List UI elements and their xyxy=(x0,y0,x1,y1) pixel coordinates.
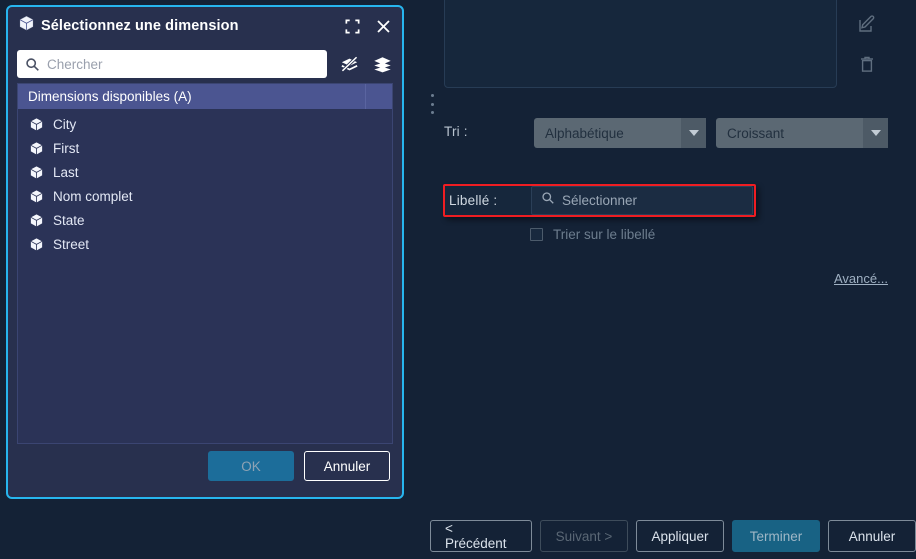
dialog-search-bar xyxy=(8,45,402,83)
sort-label: Tri : xyxy=(444,124,468,139)
label-field-label: Libellé : xyxy=(449,193,498,208)
dialog-cancel-button[interactable]: Annuler xyxy=(304,451,390,481)
list-item[interactable]: Street xyxy=(18,232,392,256)
ok-button: OK xyxy=(208,451,294,481)
search-icon xyxy=(541,191,555,210)
sort-direction-value: Croissant xyxy=(727,125,785,141)
wizard-button-bar: < Précédent Suivant > Appliquer Terminer… xyxy=(430,520,916,552)
drag-dot xyxy=(430,94,434,97)
next-button: Suivant > xyxy=(540,520,628,552)
label-select-placeholder: Sélectionner xyxy=(562,193,638,208)
column-divider xyxy=(365,84,366,109)
chevron-down-icon[interactable] xyxy=(863,118,888,148)
cancel-button[interactable]: Annuler xyxy=(828,520,916,552)
dimensions-list-body: City First Last Nom complet State Street xyxy=(18,109,392,256)
side-action-icons xyxy=(850,14,884,74)
apply-button[interactable]: Appliquer xyxy=(636,520,724,552)
list-item-label: Nom complet xyxy=(53,188,133,204)
list-item-label: First xyxy=(53,140,80,156)
search-icon xyxy=(25,57,40,72)
cube-icon xyxy=(29,213,44,228)
cube-icon xyxy=(29,237,44,252)
list-item[interactable]: First xyxy=(18,136,392,160)
screen-root: Tri : Alphabétique Croissant Libellé : S… xyxy=(0,0,916,559)
delete-icon[interactable] xyxy=(857,54,877,74)
sort-criteria-value: Alphabétique xyxy=(545,125,624,141)
finish-button[interactable]: Terminer xyxy=(732,520,820,552)
hide-layers-icon[interactable] xyxy=(339,54,360,75)
layers-icon[interactable] xyxy=(372,54,393,75)
cube-icon xyxy=(29,189,44,204)
close-icon[interactable] xyxy=(375,18,392,35)
sort-direction-dropdown[interactable]: Croissant xyxy=(716,118,888,148)
dimensions-list-header-label: Dimensions disponibles (A) xyxy=(28,89,192,104)
search-input-wrapper[interactable] xyxy=(17,50,327,78)
cube-icon xyxy=(29,117,44,132)
sort-on-label-text: Trier sur le libellé xyxy=(553,227,656,242)
maximize-icon[interactable] xyxy=(344,18,361,35)
cube-icon xyxy=(29,165,44,180)
sort-row: Tri : Alphabétique Croissant xyxy=(444,118,894,148)
drag-dot xyxy=(430,102,434,106)
list-item[interactable]: State xyxy=(18,208,392,232)
list-item[interactable]: City xyxy=(18,112,392,136)
cube-icon xyxy=(29,141,44,156)
search-input[interactable] xyxy=(47,56,319,72)
dialog-titlebar: Sélectionnez une dimension xyxy=(8,7,402,45)
label-select-field[interactable]: Sélectionner xyxy=(531,186,753,215)
list-item-label: State xyxy=(53,212,85,228)
edit-icon[interactable] xyxy=(857,14,877,34)
list-item[interactable]: Last xyxy=(18,160,392,184)
previous-button[interactable]: < Précédent xyxy=(430,520,532,552)
panel-drag-handle[interactable] xyxy=(428,94,436,114)
dimensions-list: Dimensions disponibles (A) City First La… xyxy=(17,83,393,444)
list-item[interactable]: Nom complet xyxy=(18,184,392,208)
sort-on-label-row[interactable]: Trier sur le libellé xyxy=(530,227,655,242)
cube-icon xyxy=(18,15,35,37)
sort-on-label-checkbox[interactable] xyxy=(530,228,543,241)
list-item-label: Street xyxy=(53,236,90,252)
dialog-footer: OK Annuler xyxy=(8,435,402,497)
chevron-down-icon[interactable] xyxy=(681,118,706,148)
dialog-title: Sélectionnez une dimension xyxy=(41,18,239,34)
select-dimension-dialog: Sélectionnez une dimension Chercher Dime… xyxy=(6,5,404,499)
sort-criteria-dropdown[interactable]: Alphabétique xyxy=(534,118,706,148)
label-field-highlight: Libellé : Sélectionner xyxy=(443,184,756,217)
list-item-label: City xyxy=(53,116,77,132)
dimensions-list-header[interactable]: Dimensions disponibles (A) xyxy=(18,84,392,109)
drag-dot xyxy=(430,111,434,114)
list-item-label: Last xyxy=(53,164,79,180)
preview-panel xyxy=(444,0,837,88)
advanced-link[interactable]: Avancé... xyxy=(834,271,888,286)
